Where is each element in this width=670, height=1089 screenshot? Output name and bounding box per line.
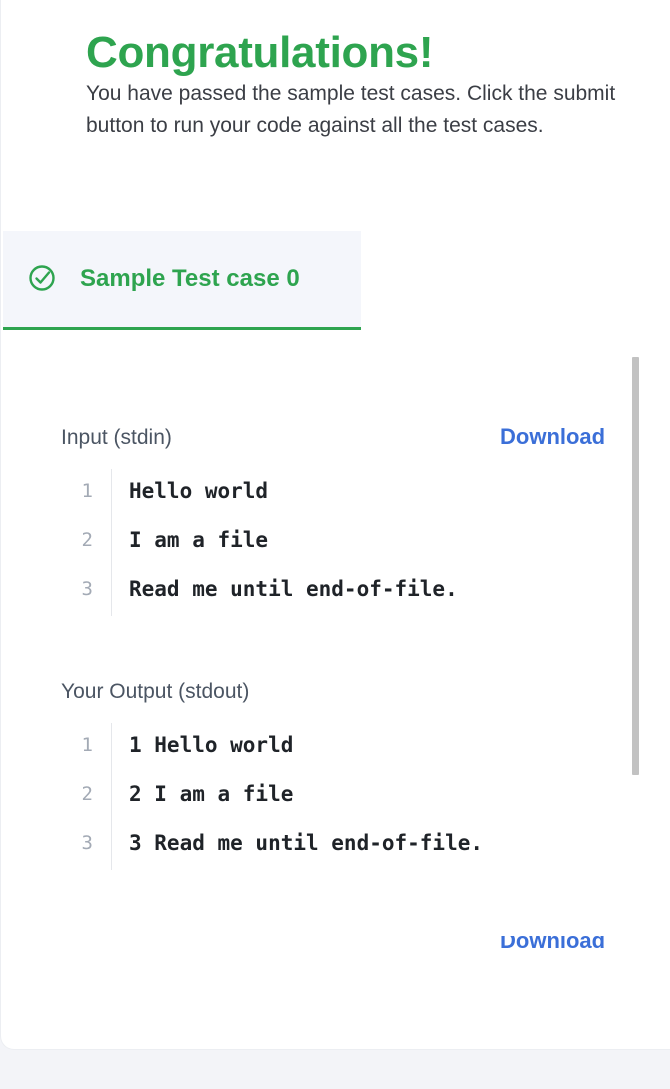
line-text: 1 Hello world: [129, 733, 294, 757]
check-circle-icon: [29, 265, 55, 291]
scrollbar[interactable]: [632, 357, 639, 775]
code-line: 1 Hello world: [61, 469, 621, 518]
tab-label: Sample Test case 0: [80, 265, 300, 292]
code-line: 1 1 Hello world: [61, 723, 621, 772]
line-number: 2: [81, 529, 93, 551]
code-line: 2 2 I am a file: [61, 772, 621, 821]
success-message: You have passed the sample test cases. C…: [86, 82, 616, 137]
page-title: Congratulations!: [86, 28, 434, 77]
code-line: 3 3 Read me until end-of-file.: [61, 821, 621, 870]
download-output-link[interactable]: Download: [500, 936, 610, 950]
line-number: 1: [81, 734, 93, 756]
test-results-panel: Congratulations! You have passed the sam…: [0, 0, 670, 1050]
output-code-block: 1 1 Hello world 2 2 I am a file 3 3 Read…: [61, 723, 621, 870]
line-text: I am a file: [129, 528, 269, 552]
download-output-label: Download: [500, 936, 606, 950]
input-label: Input (stdin): [61, 426, 172, 449]
line-text: 2 I am a file: [129, 782, 294, 806]
download-input-link[interactable]: Download: [500, 424, 605, 450]
code-line: 3 Read me until end-of-file.: [61, 567, 621, 616]
tab-sample-test-case-0[interactable]: Sample Test case 0: [3, 231, 361, 330]
line-text: Hello world: [129, 479, 269, 503]
output-label: Your Output (stdout): [61, 680, 250, 703]
line-number: 1: [81, 480, 93, 502]
line-text: Read me until end-of-file.: [129, 577, 458, 601]
line-number: 3: [81, 832, 93, 854]
line-number: 3: [81, 578, 93, 600]
input-code-block: 1 Hello world 2 I am a file 3 Read me un…: [61, 469, 621, 616]
line-text: 3 Read me until end-of-file.: [129, 831, 484, 855]
line-number: 2: [81, 783, 93, 805]
code-line: 2 I am a file: [61, 518, 621, 567]
